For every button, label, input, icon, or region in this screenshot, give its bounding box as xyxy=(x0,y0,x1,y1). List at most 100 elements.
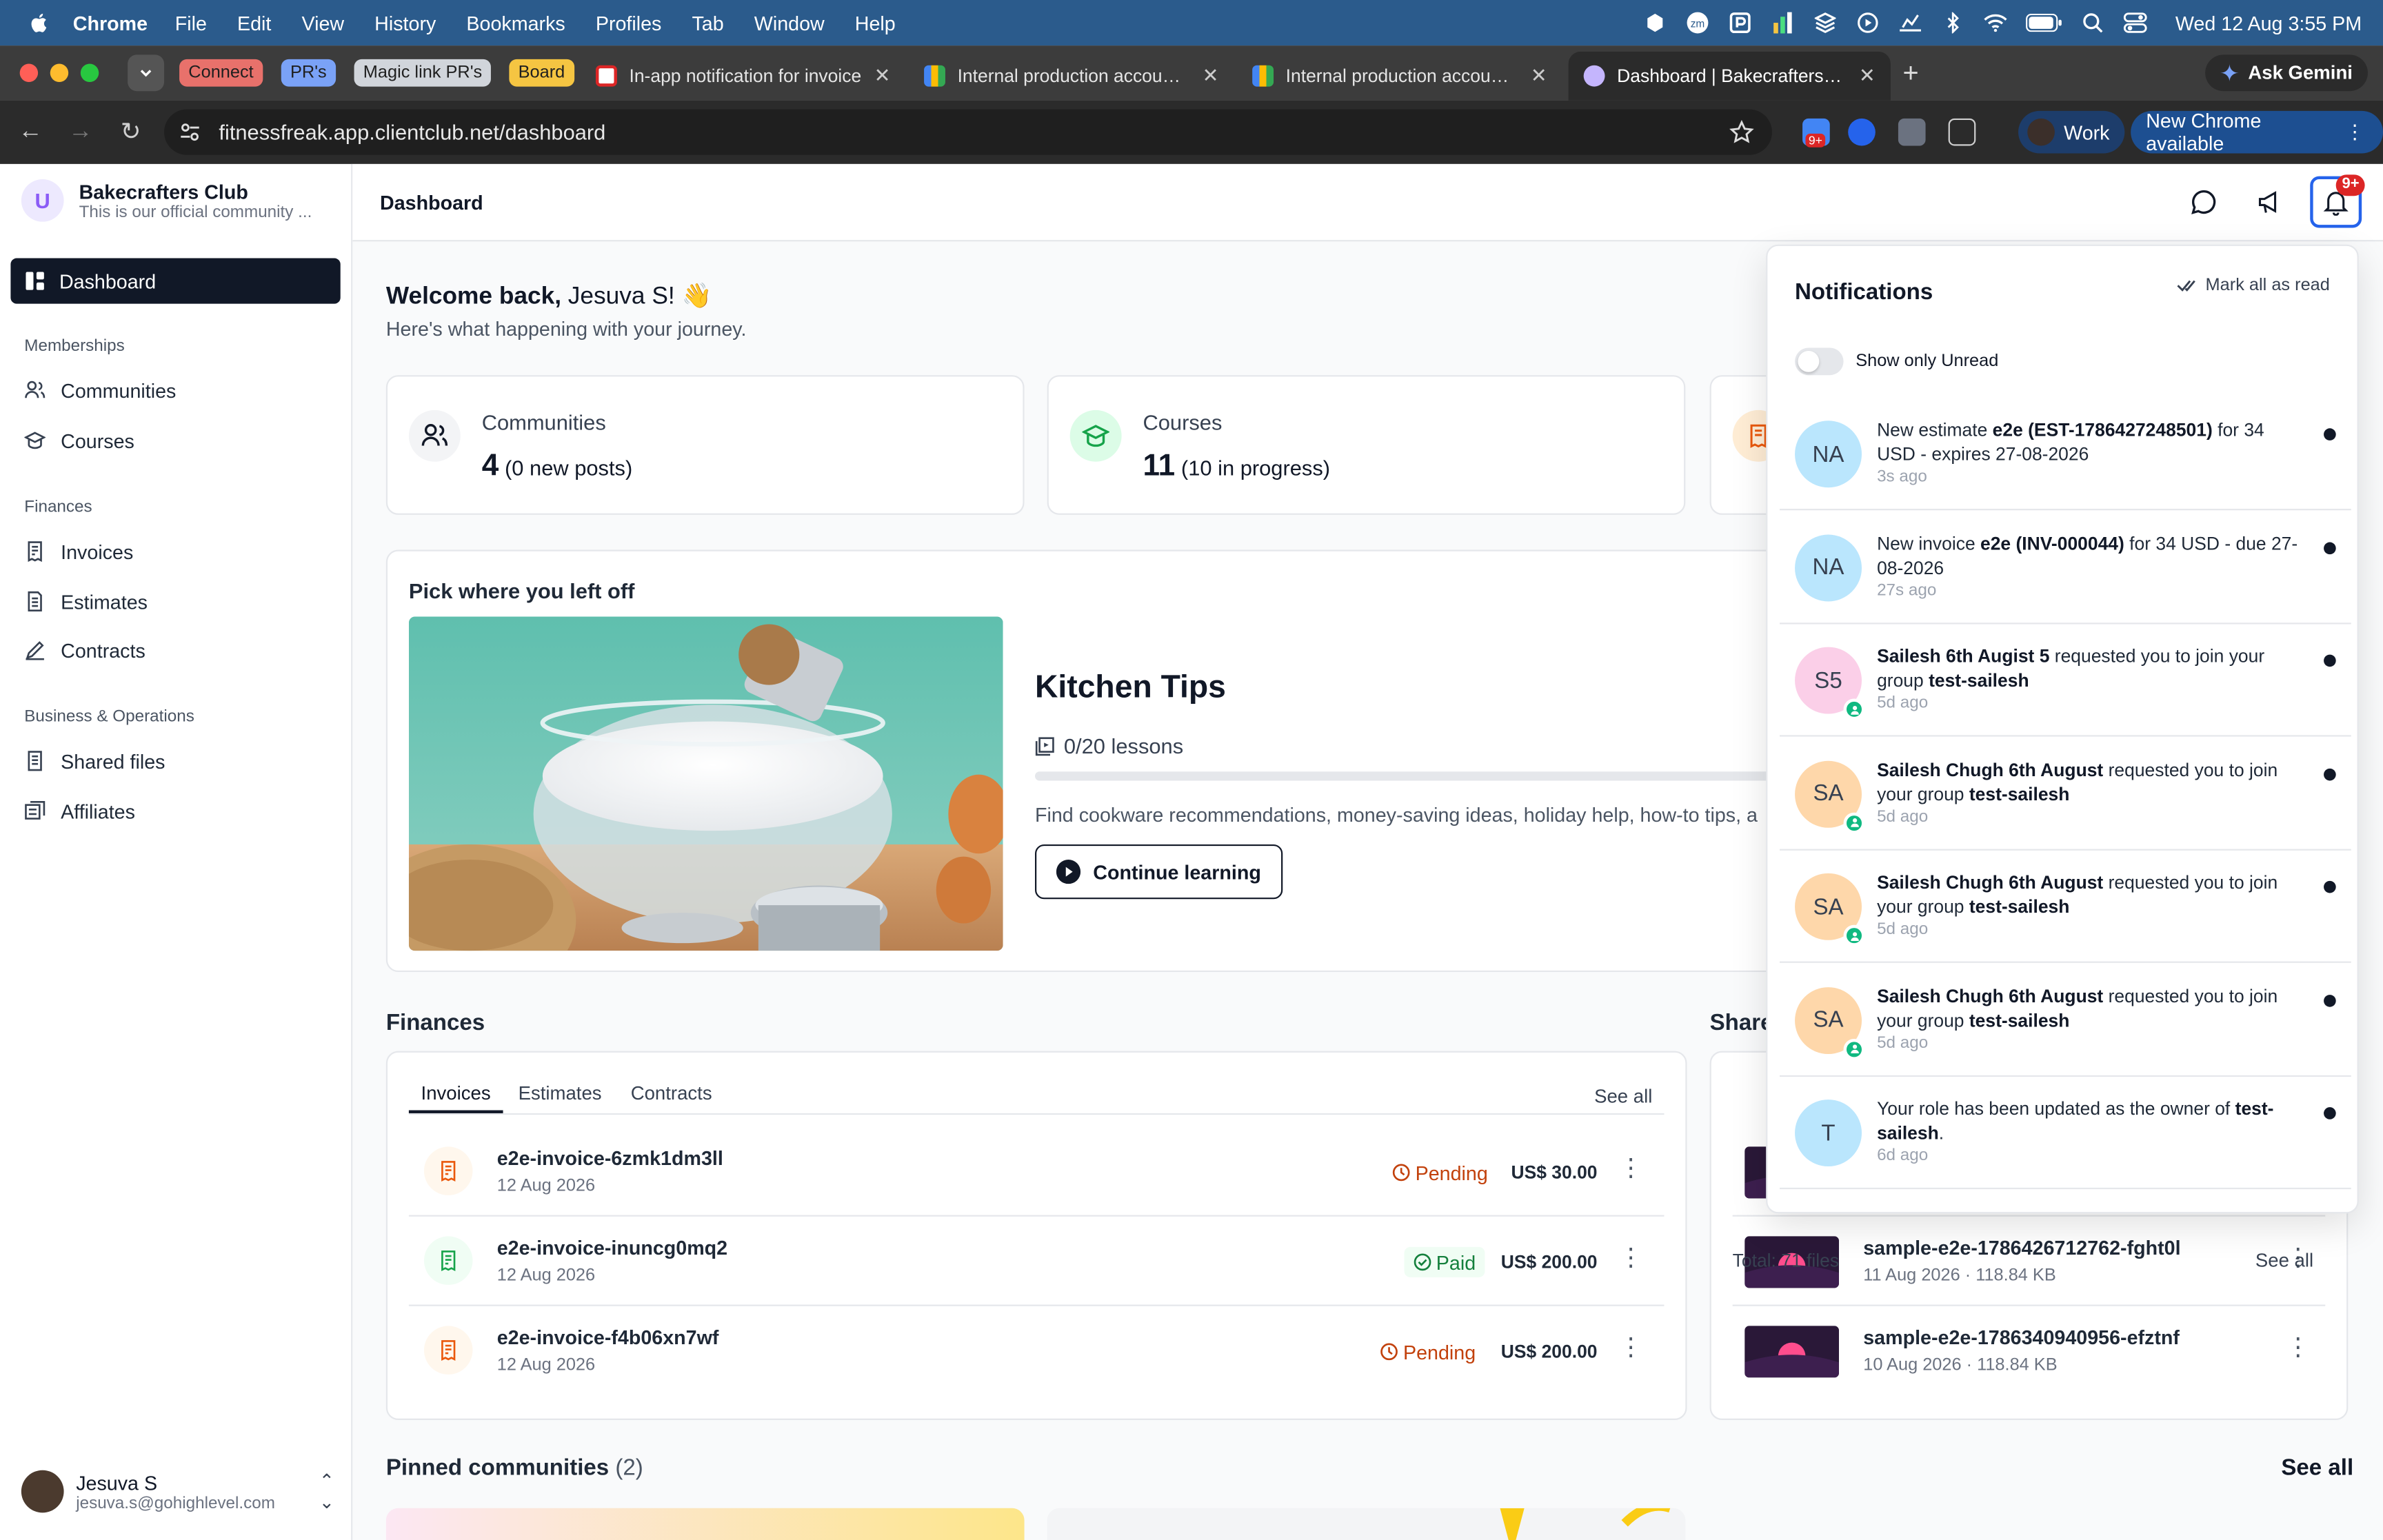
new-tab-plus-icon[interactable]: + xyxy=(1903,58,1919,90)
back-arrow-icon[interactable]: ← xyxy=(15,117,46,148)
address-bar[interactable]: fitnessfreak.app.clientclub.net/dashboar… xyxy=(164,109,1772,155)
stat-card-communities[interactable]: Communities 4 (0 new posts) xyxy=(385,375,1025,515)
sidebar-item-contracts[interactable]: Contracts xyxy=(24,634,145,667)
table-row[interactable]: e2e-invoice-f4b06xn7wf 12 Aug 2026 Pendi… xyxy=(409,1308,1665,1396)
invoice-name[interactable]: e2e-invoice-f4b06xn7wf xyxy=(497,1326,719,1348)
tab-internal-production-1[interactable]: Internal production account [U ✕ xyxy=(909,52,1234,101)
more-vertical-icon[interactable]: ⋮ xyxy=(1618,1153,1642,1183)
sidebar-item-estimates[interactable]: Estimates xyxy=(24,585,148,618)
notification-item[interactable]: SA Sailesh Chugh 6th August requested you… xyxy=(1780,738,2351,850)
tab-estimates[interactable]: Estimates xyxy=(519,1083,602,1104)
menu-file[interactable]: File xyxy=(175,12,207,34)
menu-bookmarks[interactable]: Bookmarks xyxy=(466,12,565,34)
stat-card-courses[interactable]: Courses 11 (10 in progress) xyxy=(1047,375,1686,515)
new-chrome-available-button[interactable]: New Chrome available ⋮ xyxy=(2131,110,2383,155)
menu-edit[interactable]: Edit xyxy=(237,12,271,34)
invoice-name[interactable]: e2e-invoice-inuncg0mq2 xyxy=(497,1236,727,1259)
menu-history[interactable]: History xyxy=(374,12,436,34)
tab-contracts[interactable]: Contracts xyxy=(631,1083,712,1104)
control-center-icon[interactable] xyxy=(2124,10,2148,34)
sidebar-item-courses[interactable]: Courses xyxy=(24,424,134,457)
tab-group-prs[interactable]: PR's xyxy=(281,59,336,87)
pinned-see-all-link[interactable]: See all xyxy=(2281,1455,2353,1481)
notification-item[interactable]: NA New invoice e2e (INV-000044) for 34 US… xyxy=(1780,511,2351,624)
files-see-all-link[interactable]: See all xyxy=(2255,1250,2313,1271)
window-minimize-button[interactable] xyxy=(50,63,69,82)
apple-logo-icon[interactable] xyxy=(28,10,52,34)
menu-help[interactable]: Help xyxy=(855,12,896,34)
file-name[interactable]: sample-e2e-1786426712762-fght0l xyxy=(1863,1236,2180,1259)
tab-group-connect[interactable]: Connect xyxy=(179,59,263,87)
play-status-icon[interactable] xyxy=(1856,10,1880,34)
cube-status-icon[interactable] xyxy=(1643,10,1667,34)
more-vertical-icon[interactable]: ⋮ xyxy=(1618,1242,1642,1273)
spotlight-search-icon[interactable] xyxy=(2081,10,2105,34)
sidebar-item-communities[interactable]: Communities xyxy=(24,374,176,407)
activity-status-icon[interactable] xyxy=(1899,10,1923,34)
window-close-button[interactable] xyxy=(19,63,39,82)
list-item[interactable]: sample-e2e-1786340940956-efztnf 10 Aug 2… xyxy=(1733,1308,2326,1396)
user-menu[interactable]: Jesuva S jesuva.s@gohighlevel.com ⌃ ⌄ xyxy=(21,1470,334,1513)
tab-search-button[interactable] xyxy=(128,54,165,92)
menu-profiles[interactable]: Profiles xyxy=(596,12,662,34)
table-row[interactable]: e2e-invoice-6zmk1dm3ll 12 Aug 2026 Pendi… xyxy=(408,1128,1665,1217)
forward-arrow-icon[interactable]: → xyxy=(66,117,96,148)
table-row[interactable]: e2e-invoice-inuncg0mq2 12 Aug 2026 Paid … xyxy=(408,1218,1665,1306)
menubar-clock[interactable]: Wed 12 Aug 3:55 PM xyxy=(2175,12,2362,34)
messages-icon[interactable] xyxy=(2187,185,2220,219)
close-tab-icon[interactable]: ✕ xyxy=(1531,64,1547,88)
bookmark-star-icon[interactable] xyxy=(1729,120,1754,144)
close-tab-icon[interactable]: ✕ xyxy=(1203,64,1219,88)
reload-icon[interactable]: ↻ xyxy=(116,117,146,148)
profile-work-button[interactable]: Work xyxy=(2018,110,2125,154)
extension-swirl-icon[interactable] xyxy=(1848,118,1876,146)
course-thumbnail[interactable] xyxy=(408,616,1003,951)
file-name[interactable]: sample-e2e-1786340940956-efztnf xyxy=(1863,1326,2180,1348)
notification-item[interactable]: S5 Sailesh 6th Augist 5 requested you to … xyxy=(1780,625,2351,737)
p-app-status-icon[interactable] xyxy=(1729,10,1753,34)
pinned-community-card[interactable] xyxy=(1047,1508,1686,1540)
close-tab-icon[interactable]: ✕ xyxy=(874,64,891,88)
announcements-megaphone-icon[interactable] xyxy=(2252,185,2285,219)
community-switcher[interactable]: U Bakecrafters Club This is our official… xyxy=(21,179,337,222)
more-vertical-icon[interactable]: ⋮ xyxy=(1618,1332,1642,1362)
wifi-icon[interactable] xyxy=(1984,10,2008,34)
chevron-up-down-icon[interactable]: ⌃ ⌄ xyxy=(319,1470,334,1513)
finances-see-all-link[interactable]: See all xyxy=(1594,1086,1652,1107)
tab-internal-production-2[interactable]: Internal production account [U ✕ xyxy=(1237,52,1562,101)
notification-item[interactable]: SA Sailesh Chugh 6th August requested you… xyxy=(1780,851,2351,963)
tab-group-magic-link[interactable]: Magic link PR's xyxy=(354,59,492,87)
notification-item[interactable]: NA New estimate e2e (EST-1786427248501) f… xyxy=(1780,398,2351,511)
close-tab-icon[interactable]: ✕ xyxy=(1859,64,1876,88)
menubar-app-name[interactable]: Chrome xyxy=(73,12,148,34)
sidebar-item-shared-files[interactable]: Shared files xyxy=(24,744,165,778)
sidebar-item-dashboard[interactable]: Dashboard xyxy=(10,258,341,304)
invoice-name[interactable]: e2e-invoice-6zmk1dm3ll xyxy=(497,1146,723,1169)
extension-puzzle-app-icon[interactable] xyxy=(1898,118,1926,146)
sidebar-item-affiliates[interactable]: Affiliates xyxy=(24,794,135,827)
extensions-puzzle-icon[interactable] xyxy=(1948,118,1976,146)
mark-all-read-button[interactable]: Mark all as read xyxy=(2177,276,2330,294)
continue-learning-button[interactable]: Continue learning xyxy=(1034,844,1283,900)
ask-gemini-button[interactable]: Ask Gemini xyxy=(2205,54,2368,92)
kebab-menu-icon[interactable]: ⋮ xyxy=(2345,120,2365,144)
tab-group-board[interactable]: Board xyxy=(509,59,574,87)
tab-in-app-notification[interactable]: In-app notification for invoice ✕ xyxy=(581,52,906,101)
notification-item[interactable]: T Your role has been updated as the owner… xyxy=(1780,1077,2351,1190)
notification-item[interactable]: SA Sailesh Chugh 6th August requested you… xyxy=(1780,964,2351,1076)
sidebar-item-invoices[interactable]: Invoices xyxy=(24,535,133,568)
layers-status-icon[interactable] xyxy=(1813,10,1838,34)
site-settings-icon[interactable] xyxy=(179,121,201,143)
course-title[interactable]: Kitchen Tips xyxy=(1035,670,1226,707)
more-vertical-icon[interactable]: ⋮ xyxy=(2286,1332,2310,1362)
bluetooth-icon[interactable] xyxy=(1941,10,1965,34)
pinned-community-card[interactable] xyxy=(385,1508,1025,1540)
battery-icon[interactable] xyxy=(2026,10,2063,34)
url-text[interactable]: fitnessfreak.app.clientclub.net/dashboar… xyxy=(219,120,605,144)
menu-window[interactable]: Window xyxy=(754,12,825,34)
tab-dashboard-active[interactable]: Dashboard | Bakecrafters Club ✕ xyxy=(1568,51,1891,101)
show-unread-toggle[interactable] xyxy=(1795,347,1844,376)
menu-view[interactable]: View xyxy=(301,12,344,34)
window-zoom-button[interactable] xyxy=(80,63,99,82)
bar-chart-status-icon[interactable] xyxy=(1771,10,1796,34)
